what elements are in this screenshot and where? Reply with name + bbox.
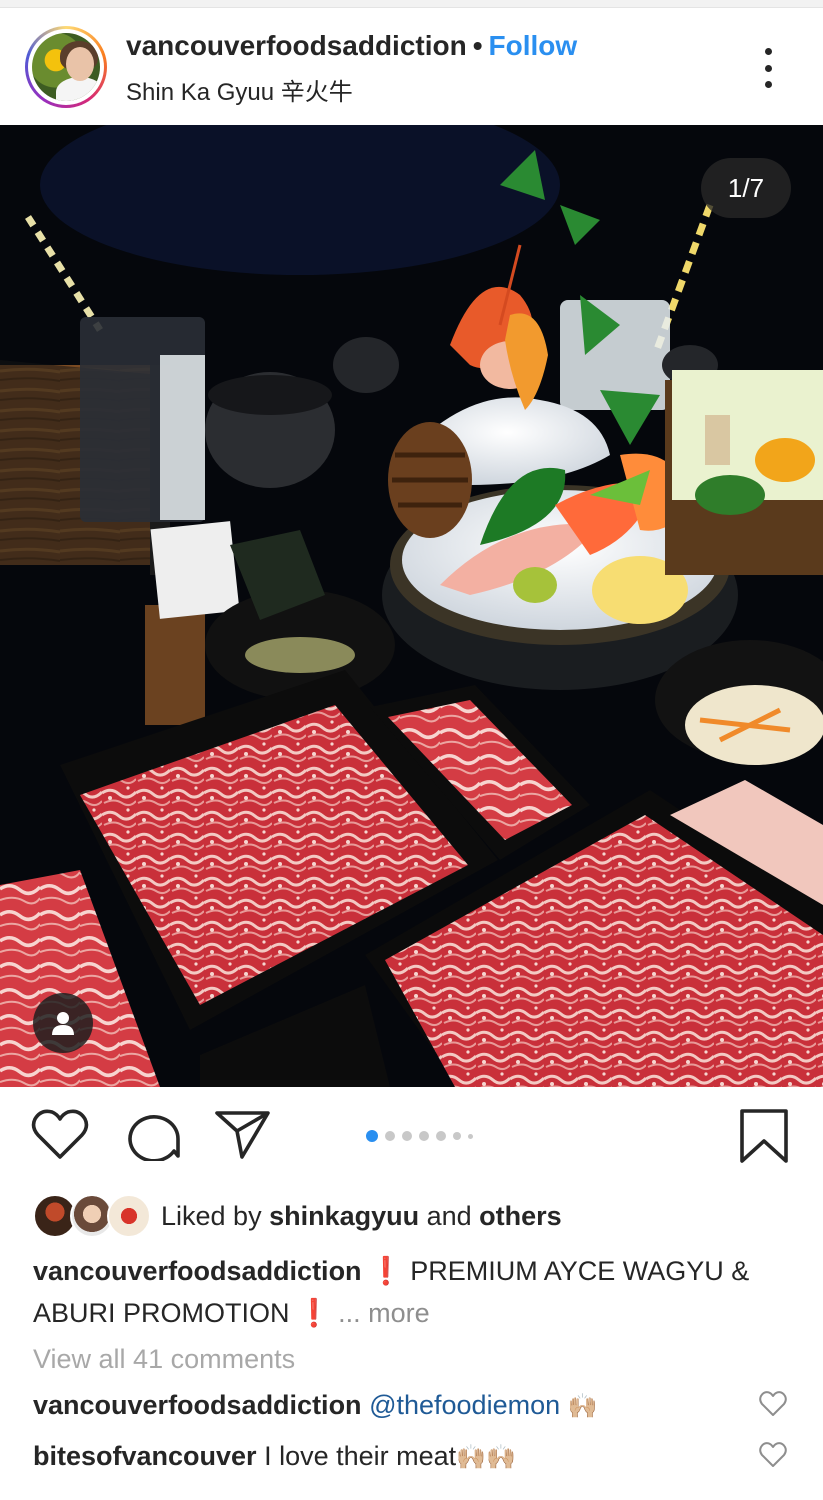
comment-row: vancouverfoodsaddiction @thefoodiemon 🙌🏼 xyxy=(33,1390,598,1421)
avatar-photo xyxy=(32,33,100,101)
exclamation-icon: ❗ xyxy=(297,1298,331,1328)
caption-more-link[interactable]: ... more xyxy=(338,1298,430,1328)
comment-emoji: 🙌🏼 xyxy=(567,1393,598,1420)
likes-row[interactable]: Liked by shinkagyuu and others xyxy=(33,1194,562,1238)
exclamation-icon: ❗ xyxy=(369,1256,403,1286)
liker-avatars xyxy=(33,1194,151,1238)
tagged-people-icon[interactable] xyxy=(33,993,93,1053)
send-icon[interactable] xyxy=(214,1109,274,1165)
post-location[interactable]: Shin Ka Gyuu 辛火牛 xyxy=(126,72,353,107)
likes-summary: Liked by shinkagyuu and others xyxy=(161,1200,562,1231)
carousel-dot xyxy=(366,1130,378,1142)
comment-like-heart-icon[interactable] xyxy=(759,1442,787,1468)
comment-username[interactable]: vancouverfoodsaddiction xyxy=(33,1390,362,1420)
follow-button[interactable]: Follow xyxy=(489,30,578,61)
action-bar xyxy=(0,1087,823,1187)
food-photo-illustration xyxy=(0,125,823,1087)
carousel-dot xyxy=(468,1133,473,1139)
separator-dot: • xyxy=(472,30,483,61)
post-photo[interactable]: 1/7 xyxy=(0,125,823,1087)
post-caption: vancouverfoodsaddiction ❗ PREMIUM AYCE W… xyxy=(33,1250,793,1334)
comment-username[interactable]: bitesofvancouver xyxy=(33,1441,257,1471)
post-username[interactable]: vancouverfoodsaddiction xyxy=(126,30,467,61)
post-header: vancouverfoodsaddiction • Follow Shin Ka G… xyxy=(0,8,823,125)
liker-username[interactable]: shinkagyuu xyxy=(269,1201,419,1231)
comment-mention[interactable]: @thefoodiemon xyxy=(369,1390,560,1420)
image-counter: 1/7 xyxy=(701,158,791,218)
comment-text: I love their meat xyxy=(264,1441,457,1471)
comment-like-heart-icon[interactable] xyxy=(759,1391,787,1417)
carousel-dot xyxy=(453,1132,461,1140)
comment-icon[interactable] xyxy=(124,1109,184,1165)
comment-row: bitesofvancouver I love their meat🙌🏼🙌🏼 xyxy=(33,1441,516,1472)
carousel-dot xyxy=(402,1131,412,1141)
avatar xyxy=(107,1194,151,1238)
heart-icon[interactable] xyxy=(31,1109,91,1165)
carousel-indicator xyxy=(366,1130,473,1142)
carousel-dot xyxy=(385,1131,395,1141)
carousel-dot xyxy=(419,1131,429,1141)
profile-avatar[interactable] xyxy=(25,26,107,108)
view-all-comments-link[interactable]: View all 41 comments xyxy=(33,1344,295,1375)
more-vertical-icon[interactable] xyxy=(753,48,783,88)
likes-others-link[interactable]: others xyxy=(479,1201,562,1231)
status-strip xyxy=(0,0,823,8)
bookmark-icon[interactable] xyxy=(738,1109,794,1165)
comment-emoji: 🙌🏼🙌🏼 xyxy=(456,1444,516,1471)
carousel-dot xyxy=(436,1131,446,1141)
header-title-row: vancouverfoodsaddiction • Follow xyxy=(126,30,577,62)
caption-username[interactable]: vancouverfoodsaddiction xyxy=(33,1256,362,1286)
